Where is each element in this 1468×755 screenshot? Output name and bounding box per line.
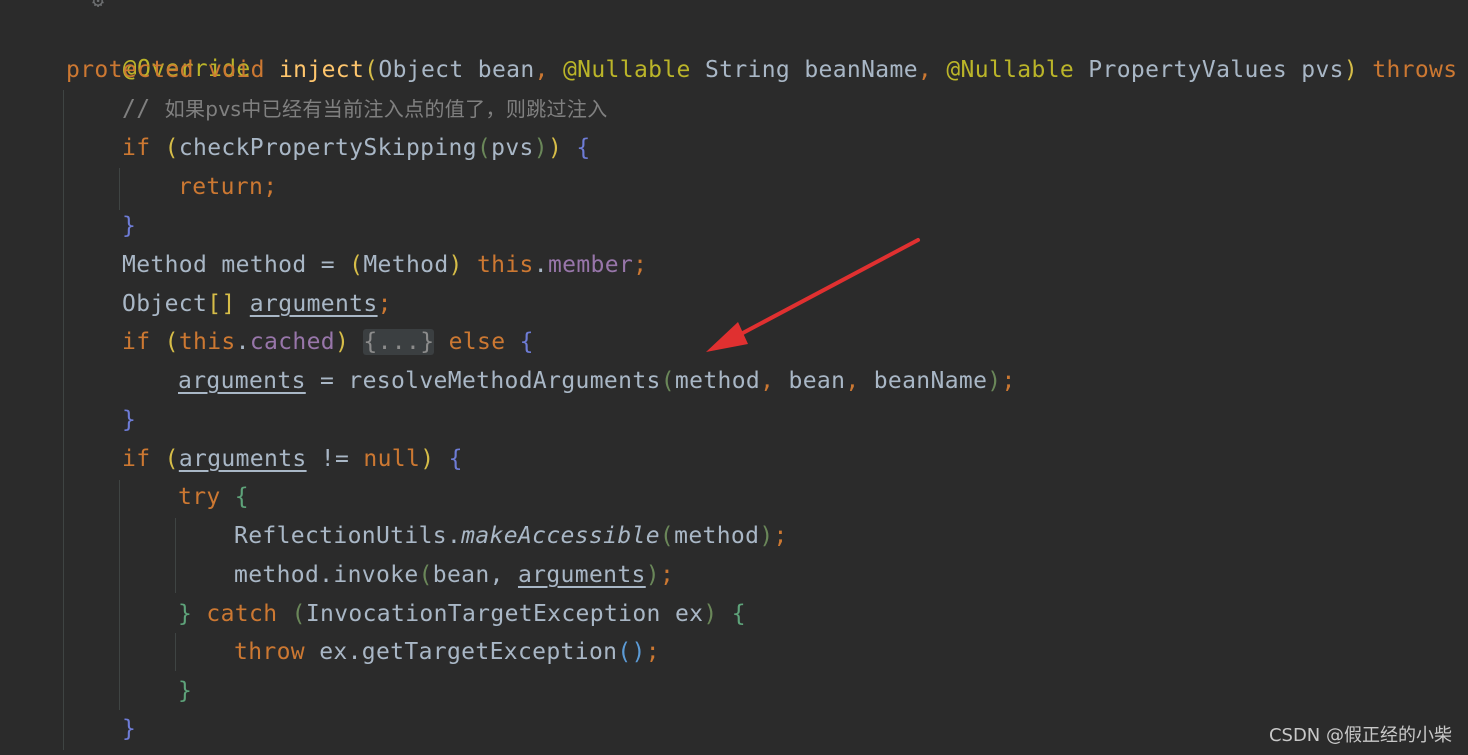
watermark: CSDN @假正经的小柴 (1268, 725, 1452, 746)
arrow-shaft (722, 238, 920, 345)
arrow-head (706, 322, 748, 352)
red-arrow-annotation (706, 238, 920, 352)
